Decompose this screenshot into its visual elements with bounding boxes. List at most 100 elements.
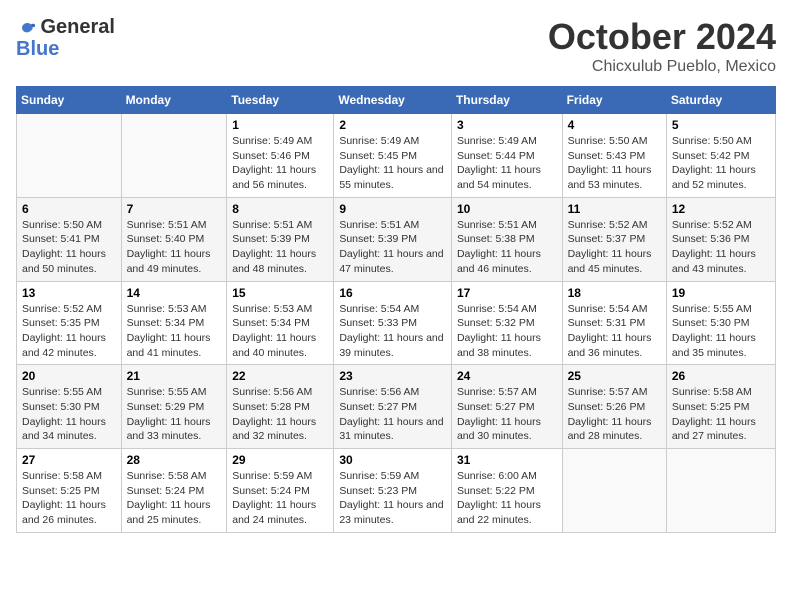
day-info: Sunrise: 5:51 AMSunset: 5:40 PMDaylight:… bbox=[127, 218, 222, 277]
day-number: 21 bbox=[127, 369, 222, 383]
header-day-friday: Friday bbox=[562, 87, 666, 114]
day-info: Sunrise: 5:58 AMSunset: 5:25 PMDaylight:… bbox=[22, 469, 116, 528]
calendar-cell: 25 Sunrise: 5:57 AMSunset: 5:26 PMDayligh… bbox=[562, 365, 666, 449]
day-number: 14 bbox=[127, 286, 222, 300]
calendar-cell: 1Sunrise: 5:49 AMSunset: 5:46 PMDaylight… bbox=[227, 114, 334, 198]
calendar-cell: 15Sunrise: 5:53 AMSunset: 5:34 PMDayligh… bbox=[227, 281, 334, 365]
day-info: Sunrise: 5:50 AMSunset: 5:42 PMDaylight:… bbox=[672, 134, 770, 193]
logo-general-text: General bbox=[40, 16, 114, 38]
day-number: 16 bbox=[339, 286, 446, 300]
calendar-cell: 5 Sunrise: 5:50 AMSunset: 5:42 PMDaylight… bbox=[666, 114, 775, 198]
week-row-5: 27 Sunrise: 5:58 AMSunset: 5:25 PMDayligh… bbox=[17, 449, 776, 533]
logo-bird-icon bbox=[18, 20, 36, 38]
day-info: Sunrise: 5:56 AMSunset: 5:28 PMDaylight:… bbox=[232, 385, 328, 444]
header-day-sunday: Sunday bbox=[17, 87, 122, 114]
calendar-table: SundayMondayTuesdayWednesdayThursdayFrid… bbox=[16, 86, 776, 533]
day-info: Sunrise: 5:54 AMSunset: 5:33 PMDaylight:… bbox=[339, 302, 446, 361]
calendar-cell: 16 Sunrise: 5:54 AMSunset: 5:33 PMDayligh… bbox=[334, 281, 452, 365]
day-info: Sunrise: 6:00 AMSunset: 5:22 PMDaylight:… bbox=[457, 469, 557, 528]
day-number: 28 bbox=[127, 453, 222, 467]
calendar-cell: 2 Sunrise: 5:49 AMSunset: 5:45 PMDaylight… bbox=[334, 114, 452, 198]
calendar-cell: 24 Sunrise: 5:57 AMSunset: 5:27 PMDayligh… bbox=[451, 365, 562, 449]
day-info: Sunrise: 5:57 AMSunset: 5:26 PMDaylight:… bbox=[568, 385, 661, 444]
day-number: 23 bbox=[339, 369, 446, 383]
day-number: 6 bbox=[22, 202, 116, 216]
day-info: Sunrise: 5:59 AMSunset: 5:24 PMDaylight:… bbox=[232, 469, 328, 528]
day-number: 22 bbox=[232, 369, 328, 383]
day-number: 10 bbox=[457, 202, 557, 216]
day-number: 30 bbox=[339, 453, 446, 467]
calendar-cell: 31 Sunrise: 6:00 AMSunset: 5:22 PMDayligh… bbox=[451, 449, 562, 533]
day-info: Sunrise: 5:58 AMSunset: 5:25 PMDaylight:… bbox=[672, 385, 770, 444]
day-info: Sunrise: 5:59 AMSunset: 5:23 PMDaylight:… bbox=[339, 469, 446, 528]
logo-blue-text: Blue bbox=[16, 38, 59, 60]
subtitle: Chicxulub Pueblo, Mexico bbox=[548, 58, 776, 76]
day-info: Sunrise: 5:55 AMSunset: 5:30 PMDaylight:… bbox=[22, 385, 116, 444]
calendar-header: SundayMondayTuesdayWednesdayThursdayFrid… bbox=[17, 87, 776, 114]
calendar-cell: 12Sunrise: 5:52 AMSunset: 5:36 PMDayligh… bbox=[666, 197, 775, 281]
day-info: Sunrise: 5:55 AMSunset: 5:30 PMDaylight:… bbox=[672, 302, 770, 361]
header-row: SundayMondayTuesdayWednesdayThursdayFrid… bbox=[17, 87, 776, 114]
calendar-cell: 8 Sunrise: 5:51 AMSunset: 5:39 PMDaylight… bbox=[227, 197, 334, 281]
day-number: 15 bbox=[232, 286, 328, 300]
day-number: 5 bbox=[672, 118, 770, 132]
day-info: Sunrise: 5:49 AMSunset: 5:46 PMDaylight:… bbox=[232, 134, 328, 193]
header-day-thursday: Thursday bbox=[451, 87, 562, 114]
week-row-1: 1Sunrise: 5:49 AMSunset: 5:46 PMDaylight… bbox=[17, 114, 776, 198]
day-number: 17 bbox=[457, 286, 557, 300]
day-number: 24 bbox=[457, 369, 557, 383]
day-info: Sunrise: 5:49 AMSunset: 5:45 PMDaylight:… bbox=[339, 134, 446, 193]
day-number: 25 bbox=[568, 369, 661, 383]
day-number: 9 bbox=[339, 202, 446, 216]
calendar-cell bbox=[666, 449, 775, 533]
day-number: 27 bbox=[22, 453, 116, 467]
day-number: 31 bbox=[457, 453, 557, 467]
calendar-cell: 29 Sunrise: 5:59 AMSunset: 5:24 PMDayligh… bbox=[227, 449, 334, 533]
calendar-cell: 18 Sunrise: 5:54 AMSunset: 5:31 PMDayligh… bbox=[562, 281, 666, 365]
calendar-cell: 21Sunrise: 5:55 AMSunset: 5:29 PMDayligh… bbox=[121, 365, 227, 449]
calendar-cell: 3Sunrise: 5:49 AMSunset: 5:44 PMDaylight… bbox=[451, 114, 562, 198]
day-info: Sunrise: 5:50 AMSunset: 5:41 PMDaylight:… bbox=[22, 218, 116, 277]
calendar-cell: 22 Sunrise: 5:56 AMSunset: 5:28 PMDayligh… bbox=[227, 365, 334, 449]
calendar-cell: 26 Sunrise: 5:58 AMSunset: 5:25 PMDayligh… bbox=[666, 365, 775, 449]
day-number: 18 bbox=[568, 286, 661, 300]
day-number: 26 bbox=[672, 369, 770, 383]
day-number: 3 bbox=[457, 118, 557, 132]
calendar-cell: 11Sunrise: 5:52 AMSunset: 5:37 PMDayligh… bbox=[562, 197, 666, 281]
calendar-body: 1Sunrise: 5:49 AMSunset: 5:46 PMDaylight… bbox=[17, 114, 776, 533]
day-number: 13 bbox=[22, 286, 116, 300]
day-info: Sunrise: 5:52 AMSunset: 5:35 PMDaylight:… bbox=[22, 302, 116, 361]
day-number: 20 bbox=[22, 369, 116, 383]
calendar-cell: 28 Sunrise: 5:58 AMSunset: 5:24 PMDayligh… bbox=[121, 449, 227, 533]
day-number: 8 bbox=[232, 202, 328, 216]
day-number: 11 bbox=[568, 202, 661, 216]
header-day-wednesday: Wednesday bbox=[334, 87, 452, 114]
day-info: Sunrise: 5:57 AMSunset: 5:27 PMDaylight:… bbox=[457, 385, 557, 444]
week-row-2: 6 Sunrise: 5:50 AMSunset: 5:41 PMDaylight… bbox=[17, 197, 776, 281]
calendar-cell: 19 Sunrise: 5:55 AMSunset: 5:30 PMDayligh… bbox=[666, 281, 775, 365]
day-info: Sunrise: 5:54 AMSunset: 5:31 PMDaylight:… bbox=[568, 302, 661, 361]
header-day-monday: Monday bbox=[121, 87, 227, 114]
day-number: 19 bbox=[672, 286, 770, 300]
day-info: Sunrise: 5:51 AMSunset: 5:39 PMDaylight:… bbox=[232, 218, 328, 277]
day-info: Sunrise: 5:51 AMSunset: 5:38 PMDaylight:… bbox=[457, 218, 557, 277]
page-header: General Blue October 2024 Chicxulub Pueb… bbox=[16, 16, 776, 76]
header-day-tuesday: Tuesday bbox=[227, 87, 334, 114]
calendar-cell: 23 Sunrise: 5:56 AMSunset: 5:27 PMDayligh… bbox=[334, 365, 452, 449]
calendar-cell: 9 Sunrise: 5:51 AMSunset: 5:39 PMDaylight… bbox=[334, 197, 452, 281]
calendar-cell: 20 Sunrise: 5:55 AMSunset: 5:30 PMDayligh… bbox=[17, 365, 122, 449]
calendar-cell: 10 Sunrise: 5:51 AMSunset: 5:38 PMDayligh… bbox=[451, 197, 562, 281]
week-row-3: 13 Sunrise: 5:52 AMSunset: 5:35 PMDayligh… bbox=[17, 281, 776, 365]
day-number: 7 bbox=[127, 202, 222, 216]
logo: General Blue bbox=[16, 16, 115, 60]
day-info: Sunrise: 5:51 AMSunset: 5:39 PMDaylight:… bbox=[339, 218, 446, 277]
week-row-4: 20 Sunrise: 5:55 AMSunset: 5:30 PMDayligh… bbox=[17, 365, 776, 449]
day-info: Sunrise: 5:50 AMSunset: 5:43 PMDaylight:… bbox=[568, 134, 661, 193]
calendar-cell: 13 Sunrise: 5:52 AMSunset: 5:35 PMDayligh… bbox=[17, 281, 122, 365]
day-info: Sunrise: 5:56 AMSunset: 5:27 PMDaylight:… bbox=[339, 385, 446, 444]
day-info: Sunrise: 5:58 AMSunset: 5:24 PMDaylight:… bbox=[127, 469, 222, 528]
day-number: 2 bbox=[339, 118, 446, 132]
calendar-cell bbox=[17, 114, 122, 198]
day-number: 29 bbox=[232, 453, 328, 467]
calendar-cell bbox=[562, 449, 666, 533]
